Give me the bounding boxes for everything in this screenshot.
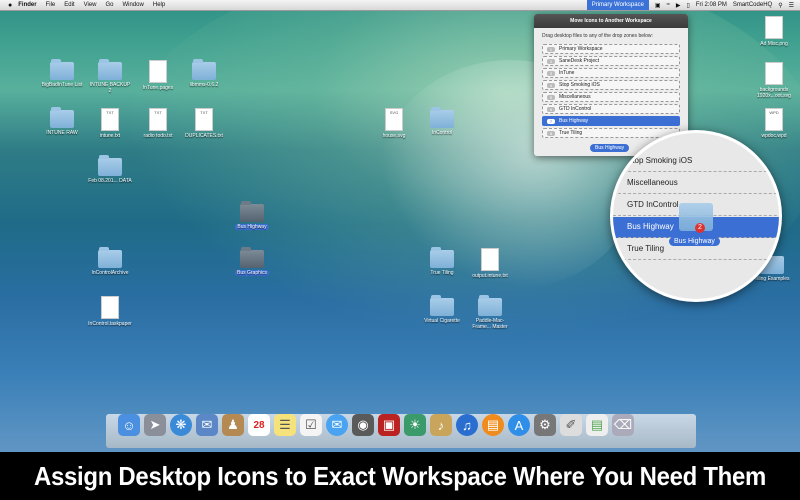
drop-zone-active[interactable]: 7 Bus Highway — [542, 116, 680, 126]
document-icon — [765, 16, 783, 39]
app-store-icon[interactable]: A — [508, 414, 530, 436]
desktop-icon[interactable]: TXT DUPLICATES.txt — [182, 108, 226, 139]
desktop-icon[interactable]: WPD wpdoc.wpd — [752, 108, 796, 139]
dock-icons: ☺ ➤ ❋ ✉ ♟ 28 ☰ ☑ ✉ ◉ ▣ ☀ ♪ ♫ ▤ A ⚙ ✐ ▤ ⌫ — [118, 414, 634, 436]
folder-icon — [50, 59, 74, 80]
menu-help[interactable]: Help — [153, 2, 165, 8]
finder-icon[interactable]: ☺ — [118, 414, 140, 436]
menu-window[interactable]: Window — [123, 2, 144, 8]
reminders-icon[interactable]: ☑ — [300, 414, 322, 436]
desktop-icon[interactable]: Virtual Cigarette — [420, 295, 464, 324]
folder-icon — [98, 247, 122, 268]
itunes-store-icon[interactable]: ♫ — [456, 414, 478, 436]
menu-go[interactable]: Go — [106, 2, 114, 8]
magnified-zone: Stop Smoking iOS — [613, 151, 779, 172]
drop-zone[interactable]: 3 InTune — [542, 68, 680, 78]
document-icon: TXT — [101, 108, 119, 131]
document-icon[interactable]: ▤ — [586, 414, 608, 436]
mail-icon[interactable]: ✉ — [196, 414, 218, 436]
itunes-icon[interactable]: ♪ — [430, 414, 452, 436]
drop-zone[interactable]: 2 SaneDesk Project — [542, 56, 680, 66]
drop-zone[interactable]: 4 Stop Smoking iOS — [542, 80, 680, 90]
count-badge: 2 — [695, 223, 705, 233]
preview-icon[interactable]: ✐ — [560, 414, 582, 436]
drop-zone[interactable]: 5 Miscellaneous — [542, 92, 680, 102]
folder-icon — [430, 295, 454, 316]
document-icon: SVG — [385, 108, 403, 131]
drop-zone[interactable]: 1 Primary Workspace — [542, 44, 680, 54]
clock[interactable]: Fri 2:08 PM — [696, 2, 727, 8]
volume-icon[interactable]: ▶ — [676, 2, 681, 9]
panel-instructions: Drag desktop files to any of the drop zo… — [542, 33, 653, 39]
iphoto-icon[interactable]: ☀ — [404, 414, 426, 436]
magnifier-callout: Stop Smoking iOS Miscellaneous GTD InCon… — [610, 130, 782, 302]
panel-title: Move Icons to Another Workspace — [534, 14, 688, 28]
drop-zone[interactable]: 8 True Tiling — [542, 128, 680, 138]
desktop-icon[interactable]: InTune.pages — [136, 60, 180, 91]
desktop-icon-selected[interactable]: Bus Graphics — [230, 247, 274, 276]
menu-bar: ● Finder File Edit View Go Window Help P… — [0, 0, 800, 11]
folder-icon — [478, 295, 502, 316]
menu-edit[interactable]: Edit — [64, 2, 74, 8]
desktop-icon-selected[interactable]: Bus Highway — [230, 201, 274, 230]
user-menu[interactable]: SmartCodeHQ — [733, 2, 772, 8]
folder-icon — [98, 155, 122, 176]
desktop-icon[interactable]: INTUNE RAW — [40, 107, 84, 136]
desktop-icon[interactable]: libmms-0.6.2 — [182, 59, 226, 88]
document-icon: TXT — [195, 108, 213, 131]
spotlight-icon[interactable]: ⚲ — [778, 2, 782, 9]
safari-icon[interactable]: ❋ — [170, 414, 192, 436]
folder-icon — [240, 201, 264, 222]
desktop-icon[interactable]: InControl — [420, 107, 464, 136]
magnified-zone: Miscellaneous — [613, 173, 779, 194]
folder-icon — [192, 59, 216, 80]
document-icon — [481, 248, 499, 271]
caption-text: Assign Desktop Icons to Exact Workspace … — [32, 452, 768, 500]
photo-booth-icon[interactable]: ▣ — [378, 414, 400, 436]
menu-finder[interactable]: Finder — [18, 2, 36, 8]
folder-icon — [98, 59, 122, 80]
trash-icon[interactable]: ⌫ — [612, 414, 634, 436]
desktop-icon[interactable]: Feb 08.201... DATA — [88, 155, 132, 184]
desktop-icon[interactable]: SVG house.svg — [372, 108, 416, 139]
desktop-icon[interactable]: INTUNE BACKUP 2 — [88, 59, 132, 94]
ibooks-icon[interactable]: ▤ — [482, 414, 504, 436]
document-icon: WPD — [765, 108, 783, 131]
folder-icon — [430, 247, 454, 268]
folder-icon — [430, 107, 454, 128]
folder-icon — [240, 247, 264, 268]
desktop-icon[interactable]: output.intune.txt — [468, 248, 512, 279]
desktop-icon[interactable]: backgrounds 1920x...oot.svg — [752, 62, 796, 99]
notification-center-icon[interactable]: ☰ — [789, 2, 794, 9]
menu-view[interactable]: View — [84, 2, 97, 8]
document-icon — [101, 296, 119, 319]
drop-zone[interactable]: 6 GTD InControl — [542, 104, 680, 114]
battery-icon[interactable]: ▯ — [687, 2, 690, 9]
folder-icon — [50, 107, 74, 128]
launchpad-icon[interactable]: ➤ — [144, 414, 166, 436]
document-icon — [149, 60, 167, 83]
desktop-icon[interactable]: Ad Misc.png — [752, 16, 796, 47]
document-icon — [765, 62, 783, 85]
document-icon: TXT — [149, 108, 167, 131]
desktop-icon[interactable]: TXT radio todo.txt — [136, 108, 180, 139]
menu-file[interactable]: File — [46, 2, 56, 8]
wifi-icon[interactable]: ≈ — [667, 2, 670, 8]
desktop-icon[interactable]: InControlArchive — [88, 247, 132, 276]
desktop-icon[interactable]: BigBadInTune List — [40, 59, 84, 88]
contacts-icon[interactable]: ♟ — [222, 414, 244, 436]
notes-icon[interactable]: ☰ — [274, 414, 296, 436]
desktop-icon[interactable]: True Tiling — [420, 247, 464, 276]
desktop-icon[interactable]: TXT intune.txt — [88, 108, 132, 139]
desktop-icon[interactable]: Paddle-Mac-Frame... Master — [468, 295, 512, 330]
system-preferences-icon[interactable]: ⚙ — [534, 414, 556, 436]
calendar-icon[interactable]: 28 — [248, 414, 270, 436]
messages-icon[interactable]: ✉ — [326, 414, 348, 436]
apple-menu-icon[interactable]: ● — [8, 2, 12, 9]
desktop-icon[interactable]: InControl.taskpaper — [88, 296, 132, 327]
display-icon[interactable]: ▣ — [655, 2, 661, 9]
workspace-menu[interactable]: Primary Workspace — [586, 0, 649, 10]
drag-label: Bus Highway — [669, 237, 720, 246]
facetime-icon[interactable]: ◉ — [352, 414, 374, 436]
